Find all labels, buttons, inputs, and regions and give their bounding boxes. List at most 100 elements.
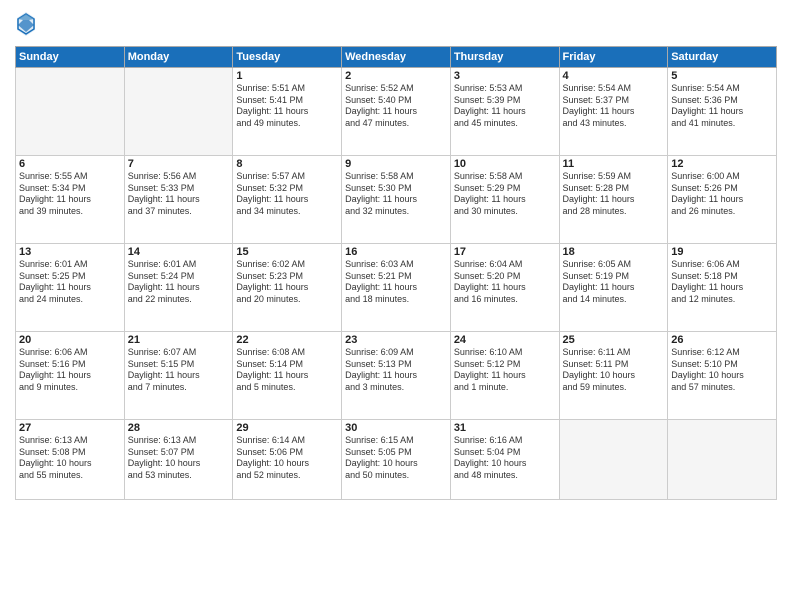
cell-info: Sunrise: 5:59 AM Sunset: 5:28 PM Dayligh…	[563, 171, 665, 218]
day-number: 10	[454, 158, 556, 170]
day-number: 14	[128, 246, 230, 258]
day-number: 9	[345, 158, 447, 170]
cell-info: Sunrise: 6:01 AM Sunset: 5:25 PM Dayligh…	[19, 259, 121, 306]
cell-info: Sunrise: 5:58 AM Sunset: 5:30 PM Dayligh…	[345, 171, 447, 218]
cell-info: Sunrise: 5:53 AM Sunset: 5:39 PM Dayligh…	[454, 83, 556, 130]
calendar-cell: 31Sunrise: 6:16 AM Sunset: 5:04 PM Dayli…	[450, 420, 559, 500]
calendar-cell: 5Sunrise: 5:54 AM Sunset: 5:36 PM Daylig…	[668, 68, 777, 156]
day-number: 11	[563, 158, 665, 170]
cell-info: Sunrise: 6:14 AM Sunset: 5:06 PM Dayligh…	[236, 435, 338, 482]
day-number: 18	[563, 246, 665, 258]
calendar-cell	[559, 420, 668, 500]
calendar-cell: 17Sunrise: 6:04 AM Sunset: 5:20 PM Dayli…	[450, 244, 559, 332]
cell-info: Sunrise: 6:01 AM Sunset: 5:24 PM Dayligh…	[128, 259, 230, 306]
calendar-row-3: 13Sunrise: 6:01 AM Sunset: 5:25 PM Dayli…	[16, 244, 777, 332]
calendar-cell: 20Sunrise: 6:06 AM Sunset: 5:16 PM Dayli…	[16, 332, 125, 420]
calendar-cell: 22Sunrise: 6:08 AM Sunset: 5:14 PM Dayli…	[233, 332, 342, 420]
calendar-cell: 18Sunrise: 6:05 AM Sunset: 5:19 PM Dayli…	[559, 244, 668, 332]
day-number: 4	[563, 70, 665, 82]
cell-info: Sunrise: 5:56 AM Sunset: 5:33 PM Dayligh…	[128, 171, 230, 218]
day-number: 24	[454, 334, 556, 346]
cell-info: Sunrise: 6:13 AM Sunset: 5:08 PM Dayligh…	[19, 435, 121, 482]
page: SundayMondayTuesdayWednesdayThursdayFrid…	[0, 0, 792, 612]
logo	[15, 10, 41, 38]
calendar-cell: 4Sunrise: 5:54 AM Sunset: 5:37 PM Daylig…	[559, 68, 668, 156]
cell-info: Sunrise: 6:10 AM Sunset: 5:12 PM Dayligh…	[454, 347, 556, 394]
calendar-cell: 27Sunrise: 6:13 AM Sunset: 5:08 PM Dayli…	[16, 420, 125, 500]
cell-info: Sunrise: 5:52 AM Sunset: 5:40 PM Dayligh…	[345, 83, 447, 130]
day-number: 6	[19, 158, 121, 170]
day-number: 5	[671, 70, 773, 82]
day-number: 22	[236, 334, 338, 346]
day-number: 20	[19, 334, 121, 346]
cell-info: Sunrise: 6:09 AM Sunset: 5:13 PM Dayligh…	[345, 347, 447, 394]
calendar-row-2: 6Sunrise: 5:55 AM Sunset: 5:34 PM Daylig…	[16, 156, 777, 244]
cell-info: Sunrise: 5:55 AM Sunset: 5:34 PM Dayligh…	[19, 171, 121, 218]
cell-info: Sunrise: 6:03 AM Sunset: 5:21 PM Dayligh…	[345, 259, 447, 306]
day-number: 23	[345, 334, 447, 346]
cell-info: Sunrise: 6:02 AM Sunset: 5:23 PM Dayligh…	[236, 259, 338, 306]
calendar-row-5: 27Sunrise: 6:13 AM Sunset: 5:08 PM Dayli…	[16, 420, 777, 500]
day-number: 2	[345, 70, 447, 82]
calendar-cell: 25Sunrise: 6:11 AM Sunset: 5:11 PM Dayli…	[559, 332, 668, 420]
calendar-cell: 13Sunrise: 6:01 AM Sunset: 5:25 PM Dayli…	[16, 244, 125, 332]
day-number: 21	[128, 334, 230, 346]
logo-icon	[15, 10, 37, 38]
cell-info: Sunrise: 6:12 AM Sunset: 5:10 PM Dayligh…	[671, 347, 773, 394]
day-number: 15	[236, 246, 338, 258]
day-number: 7	[128, 158, 230, 170]
day-number: 30	[345, 422, 447, 434]
calendar-cell: 10Sunrise: 5:58 AM Sunset: 5:29 PM Dayli…	[450, 156, 559, 244]
calendar-cell: 23Sunrise: 6:09 AM Sunset: 5:13 PM Dayli…	[342, 332, 451, 420]
weekday-header-wednesday: Wednesday	[342, 47, 451, 68]
cell-info: Sunrise: 6:06 AM Sunset: 5:16 PM Dayligh…	[19, 347, 121, 394]
calendar-cell: 8Sunrise: 5:57 AM Sunset: 5:32 PM Daylig…	[233, 156, 342, 244]
calendar-table: SundayMondayTuesdayWednesdayThursdayFrid…	[15, 46, 777, 500]
calendar-cell: 24Sunrise: 6:10 AM Sunset: 5:12 PM Dayli…	[450, 332, 559, 420]
weekday-header-thursday: Thursday	[450, 47, 559, 68]
calendar-cell	[16, 68, 125, 156]
day-number: 3	[454, 70, 556, 82]
day-number: 28	[128, 422, 230, 434]
day-number: 27	[19, 422, 121, 434]
calendar-cell: 26Sunrise: 6:12 AM Sunset: 5:10 PM Dayli…	[668, 332, 777, 420]
day-number: 16	[345, 246, 447, 258]
calendar-cell: 3Sunrise: 5:53 AM Sunset: 5:39 PM Daylig…	[450, 68, 559, 156]
calendar-cell: 29Sunrise: 6:14 AM Sunset: 5:06 PM Dayli…	[233, 420, 342, 500]
cell-info: Sunrise: 6:06 AM Sunset: 5:18 PM Dayligh…	[671, 259, 773, 306]
cell-info: Sunrise: 6:15 AM Sunset: 5:05 PM Dayligh…	[345, 435, 447, 482]
cell-info: Sunrise: 5:57 AM Sunset: 5:32 PM Dayligh…	[236, 171, 338, 218]
calendar-cell: 11Sunrise: 5:59 AM Sunset: 5:28 PM Dayli…	[559, 156, 668, 244]
cell-info: Sunrise: 6:11 AM Sunset: 5:11 PM Dayligh…	[563, 347, 665, 394]
day-number: 17	[454, 246, 556, 258]
cell-info: Sunrise: 5:54 AM Sunset: 5:37 PM Dayligh…	[563, 83, 665, 130]
day-number: 31	[454, 422, 556, 434]
cell-info: Sunrise: 6:00 AM Sunset: 5:26 PM Dayligh…	[671, 171, 773, 218]
day-number: 25	[563, 334, 665, 346]
cell-info: Sunrise: 6:08 AM Sunset: 5:14 PM Dayligh…	[236, 347, 338, 394]
calendar-cell: 28Sunrise: 6:13 AM Sunset: 5:07 PM Dayli…	[124, 420, 233, 500]
day-number: 12	[671, 158, 773, 170]
header	[15, 10, 777, 38]
calendar-cell: 1Sunrise: 5:51 AM Sunset: 5:41 PM Daylig…	[233, 68, 342, 156]
calendar-cell: 15Sunrise: 6:02 AM Sunset: 5:23 PM Dayli…	[233, 244, 342, 332]
calendar-cell: 19Sunrise: 6:06 AM Sunset: 5:18 PM Dayli…	[668, 244, 777, 332]
day-number: 19	[671, 246, 773, 258]
calendar-cell: 30Sunrise: 6:15 AM Sunset: 5:05 PM Dayli…	[342, 420, 451, 500]
cell-info: Sunrise: 6:07 AM Sunset: 5:15 PM Dayligh…	[128, 347, 230, 394]
calendar-cell: 16Sunrise: 6:03 AM Sunset: 5:21 PM Dayli…	[342, 244, 451, 332]
day-number: 8	[236, 158, 338, 170]
cell-info: Sunrise: 6:04 AM Sunset: 5:20 PM Dayligh…	[454, 259, 556, 306]
cell-info: Sunrise: 5:51 AM Sunset: 5:41 PM Dayligh…	[236, 83, 338, 130]
weekday-header-saturday: Saturday	[668, 47, 777, 68]
day-number: 29	[236, 422, 338, 434]
calendar-cell	[668, 420, 777, 500]
calendar-cell: 21Sunrise: 6:07 AM Sunset: 5:15 PM Dayli…	[124, 332, 233, 420]
cell-info: Sunrise: 5:58 AM Sunset: 5:29 PM Dayligh…	[454, 171, 556, 218]
calendar-cell: 2Sunrise: 5:52 AM Sunset: 5:40 PM Daylig…	[342, 68, 451, 156]
weekday-header-monday: Monday	[124, 47, 233, 68]
calendar-cell	[124, 68, 233, 156]
weekday-header-friday: Friday	[559, 47, 668, 68]
day-number: 1	[236, 70, 338, 82]
cell-info: Sunrise: 6:13 AM Sunset: 5:07 PM Dayligh…	[128, 435, 230, 482]
